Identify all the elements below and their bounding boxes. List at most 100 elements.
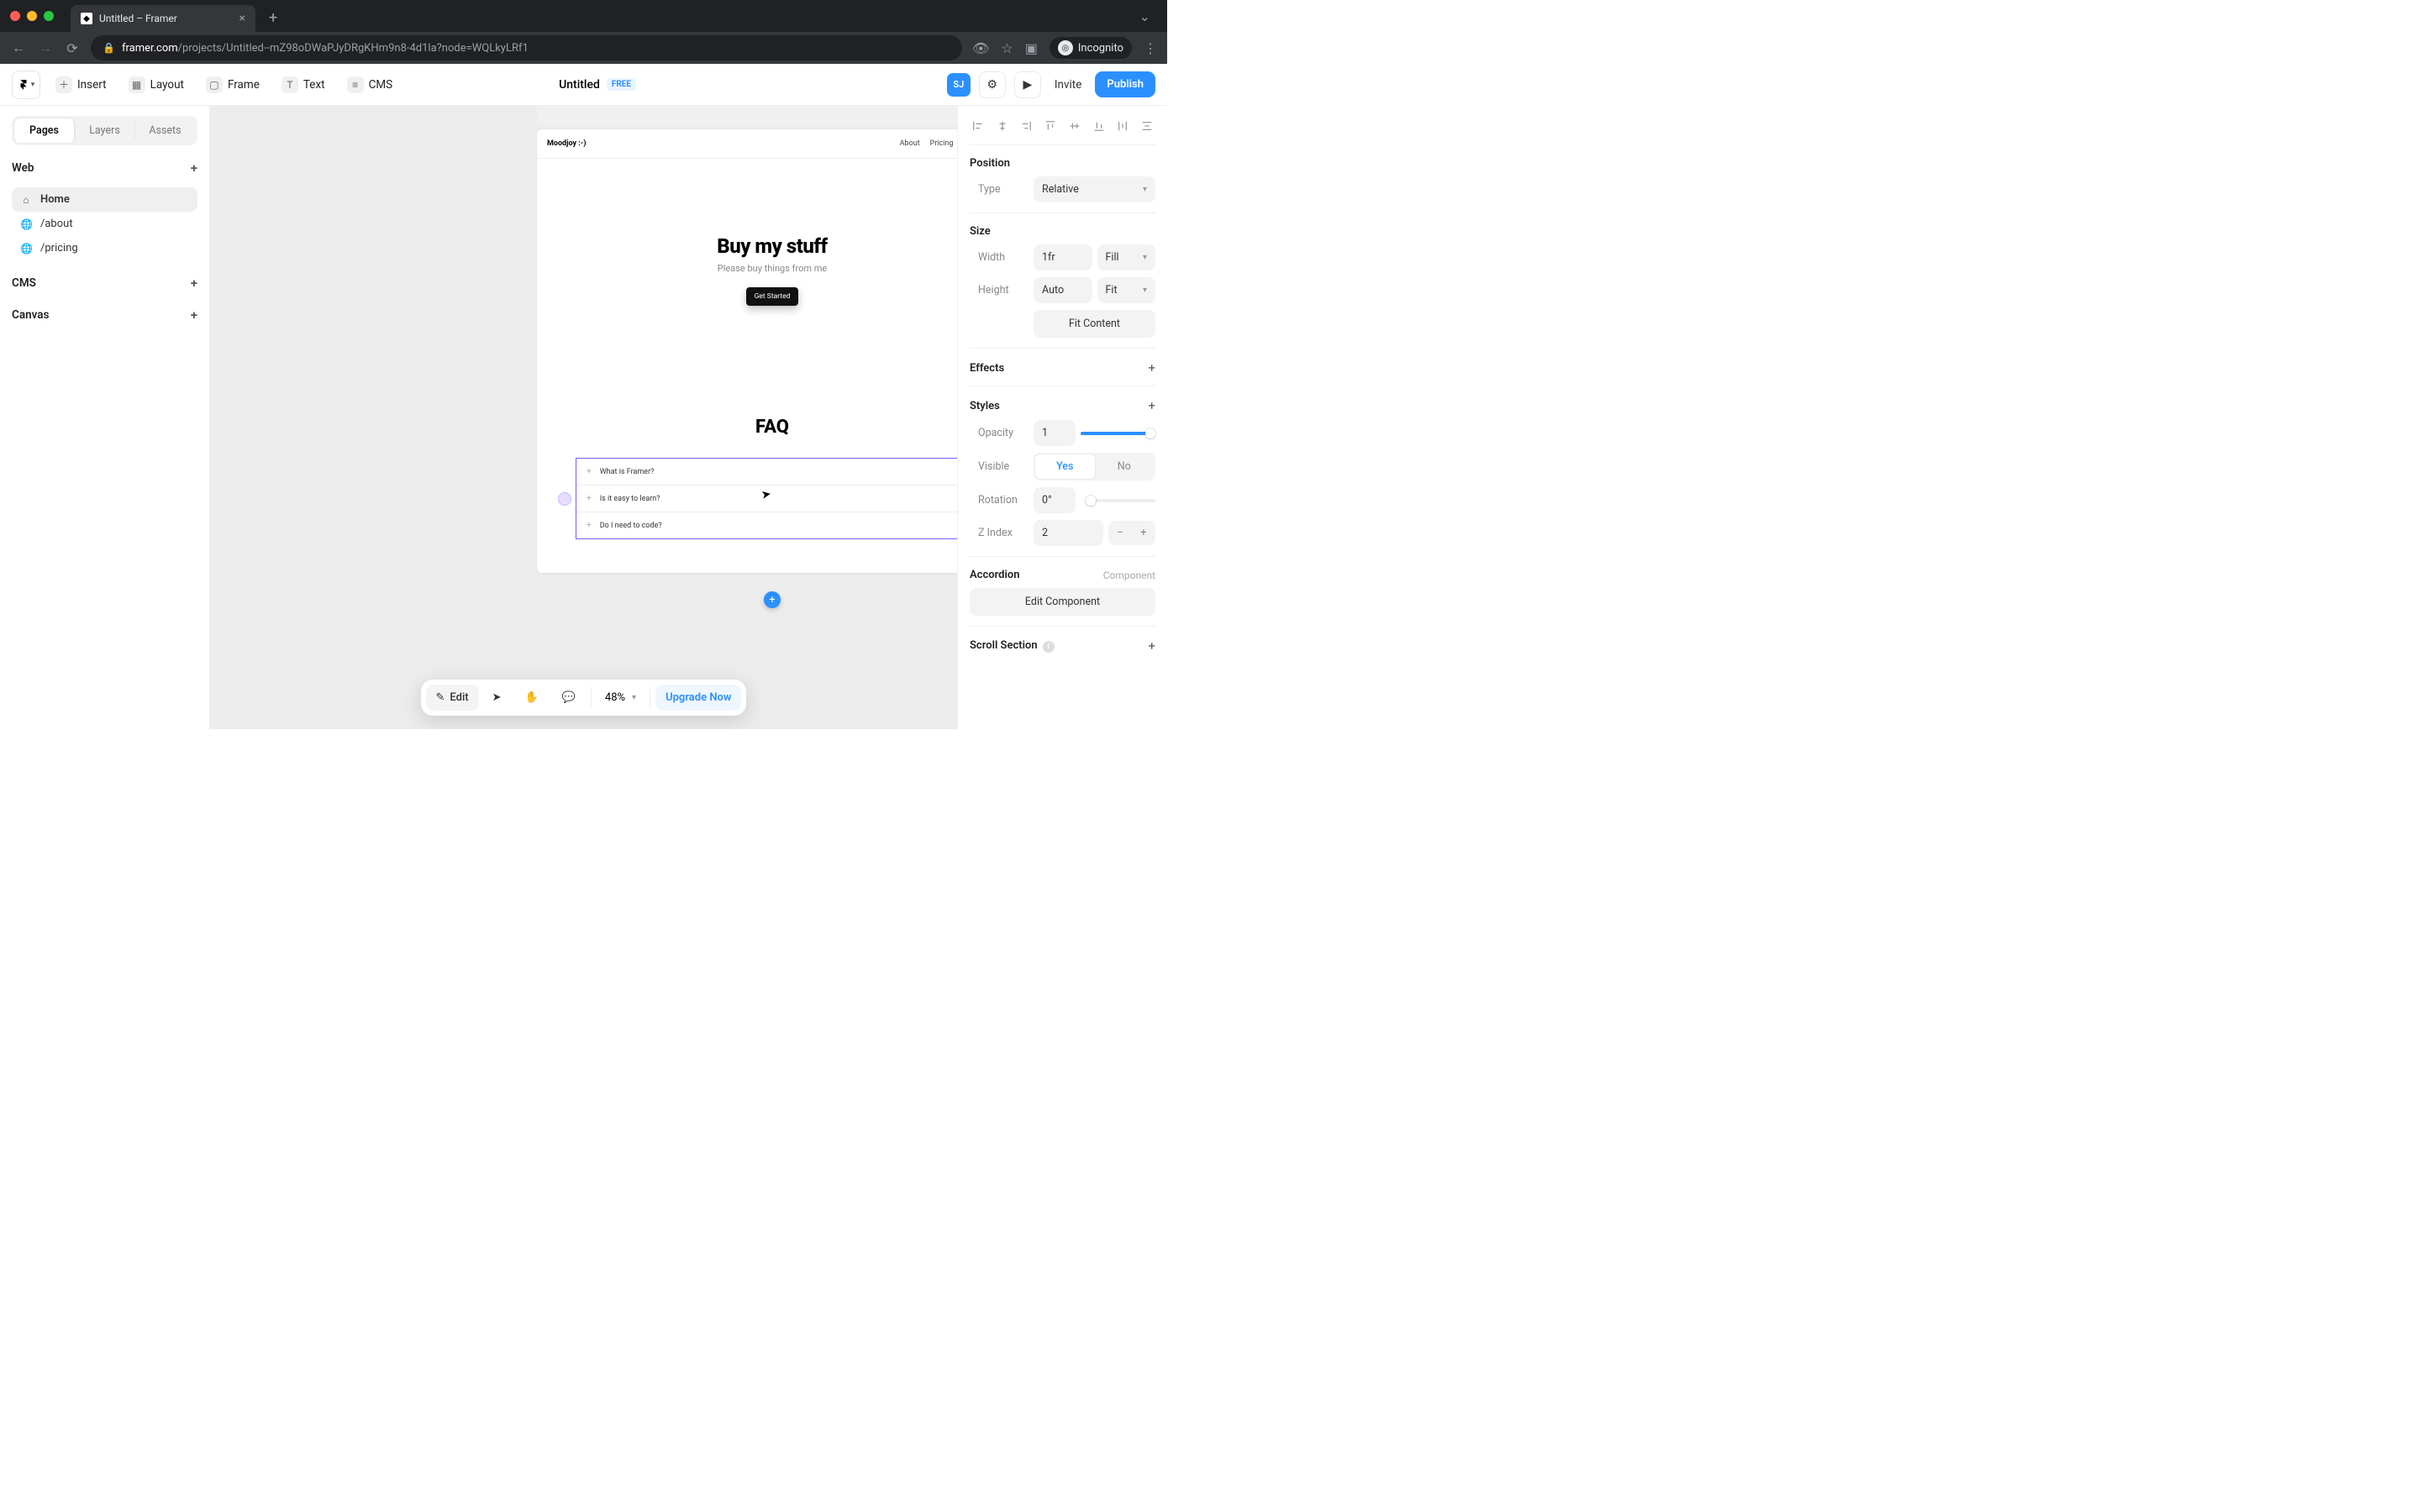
preview-button[interactable]: ▶ [1014,71,1041,98]
edit-mode-button[interactable]: ✎Edit [426,685,479,711]
align-left-icon[interactable] [970,118,986,134]
text-button[interactable]: TText [275,71,332,98]
height-value-input[interactable]: Auto [1034,277,1092,303]
user-avatar[interactable]: SJ [947,73,971,97]
invite-button[interactable]: Invite [1050,73,1087,97]
upgrade-button[interactable]: Upgrade Now [655,685,741,711]
accordion-row[interactable]: +Do I need to code? [576,512,957,538]
zindex-decrement[interactable]: − [1108,521,1132,545]
canvas-section-header[interactable]: Canvas + [12,302,197,324]
add-page-icon[interactable]: + [191,160,197,176]
publish-button[interactable]: Publish [1095,71,1155,97]
position-type-row: Type Relative▾ [970,176,1155,202]
inspector-panel: Position Type Relative▾ Size Width 1fr F… [957,106,1167,729]
nav-back-icon[interactable]: ← [10,39,27,56]
gear-icon: ⚙ [987,78,998,92]
visible-no[interactable]: No [1095,454,1155,479]
frame-button[interactable]: ▢Frame [199,71,266,98]
settings-button[interactable]: ⚙ [979,71,1006,98]
document-title[interactable]: Untitled FREE [559,78,636,92]
url-input[interactable]: 🔒 framer.com/projects/Untitled--mZ98oDWa… [91,35,962,60]
hero-subtitle[interactable]: Please buy things from me [537,263,957,274]
comment-tool[interactable]: 💬 [552,685,586,711]
visible-yes[interactable]: Yes [1035,454,1095,479]
zoom-control[interactable]: 48%▾ [597,691,644,704]
align-center-h-icon[interactable] [994,118,1011,134]
distribute-v-icon[interactable] [1139,118,1155,134]
align-center-v-icon[interactable] [1066,118,1083,134]
window-close[interactable] [10,11,20,21]
accordion-row[interactable]: +Is it easy to learn? [576,486,957,512]
browser-tab[interactable]: ◆ Untitled – Framer × [71,5,255,32]
width-mode-select[interactable]: Fill▾ [1097,244,1156,270]
align-bottom-icon[interactable] [1091,118,1107,134]
cms-section-header[interactable]: CMS + [12,270,197,292]
align-right-icon[interactable] [1018,118,1034,134]
opacity-input[interactable]: 1 [1034,420,1076,446]
edit-component-button[interactable]: Edit Component [970,588,1155,616]
effects-section-title[interactable]: Effects + [970,360,1155,375]
rotation-slider[interactable] [1086,499,1155,502]
align-top-icon[interactable] [1042,118,1059,134]
add-style-icon[interactable]: + [1148,398,1155,413]
page-item-pricing[interactable]: 🌐 /pricing [12,236,197,260]
rotation-input[interactable]: 0° [1034,487,1076,513]
scroll-section-title[interactable]: Scroll Sectioni + [970,638,1155,654]
fit-content-button[interactable]: Fit Content [1034,310,1155,338]
faq-section[interactable]: FAQ +What is Framer? +Is it easy to lear… [537,407,957,573]
add-effect-icon[interactable]: + [1148,360,1155,375]
select-tool[interactable]: ➤ [482,685,512,711]
nav-forward-icon[interactable]: → [37,39,54,56]
window-maximize[interactable] [44,11,54,21]
hand-tool[interactable]: ✋ [515,685,549,711]
add-cms-icon[interactable]: + [191,276,197,291]
opacity-slider[interactable] [1081,432,1155,435]
faq-heading[interactable]: FAQ [537,417,957,438]
web-section-header[interactable]: Web + [12,155,197,177]
hero-heading[interactable]: Buy my stuff [537,234,957,258]
page-item-home[interactable]: ⌂ Home [12,187,197,212]
cms-button[interactable]: ≡CMS [340,71,400,98]
width-value-input[interactable]: 1fr [1034,244,1092,270]
insert-button[interactable]: ＋Insert [49,71,113,98]
accordion-row[interactable]: +What is Framer? [576,459,957,486]
page-item-about[interactable]: 🌐 /about [12,212,197,236]
incognito-badge[interactable]: ◎ Incognito [1050,37,1132,59]
hero-cta-button[interactable]: Get Started [746,287,799,306]
plus-icon: + [587,521,592,530]
framer-menu-button[interactable]: ▾ [12,71,40,99]
new-tab-button[interactable]: + [262,6,284,30]
add-canvas-icon[interactable]: + [191,307,197,323]
scroll-section-label: Scroll Sectioni [970,639,1055,653]
height-mode-select[interactable]: Fit▾ [1097,277,1156,303]
tab-pages[interactable]: Pages [14,118,75,143]
tab-assets[interactable]: Assets [135,118,195,143]
position-type-select[interactable]: Relative▾ [1034,176,1155,202]
panel-icon[interactable]: ▣ [1025,40,1038,56]
breakpoint-bar[interactable] [537,106,957,126]
zindex-increment[interactable]: + [1132,521,1155,545]
width-value: 1fr [1042,251,1055,264]
add-scroll-icon[interactable]: + [1148,638,1155,654]
eye-off-icon[interactable]: 👁 [972,40,989,56]
artboard-desktop[interactable]: Moodjoy :-) About Pricing Signup Buy my … [537,129,957,573]
distribute-h-icon[interactable] [1114,118,1131,134]
site-logo[interactable]: Moodjoy :-) [547,139,586,148]
window-minimize[interactable] [27,11,37,21]
nav-about[interactable]: About [900,139,920,148]
hero-section[interactable]: Buy my stuff Please buy things from me G… [537,159,957,407]
nav-pricing[interactable]: Pricing [930,139,954,148]
info-icon[interactable]: i [1043,641,1055,653]
kebab-menu-icon[interactable]: ⋮ [1144,40,1157,56]
tab-layers[interactable]: Layers [75,118,135,143]
tab-list-chevron[interactable]: ⌄ [1139,8,1150,24]
zindex-input[interactable]: 2 [1034,520,1103,546]
accordion-component-selected[interactable]: +What is Framer? +Is it easy to learn? +… [576,458,957,539]
add-section-fab[interactable]: + [764,591,781,608]
styles-section-title[interactable]: Styles + [970,398,1155,413]
star-icon[interactable]: ☆ [1001,40,1013,56]
canvas-area[interactable]: Moodjoy :-) About Pricing Signup Buy my … [210,106,957,729]
tab-close-icon[interactable]: × [239,12,245,25]
nav-reload-icon[interactable]: ⟳ [64,40,81,56]
layout-button[interactable]: ▦Layout [122,71,191,98]
